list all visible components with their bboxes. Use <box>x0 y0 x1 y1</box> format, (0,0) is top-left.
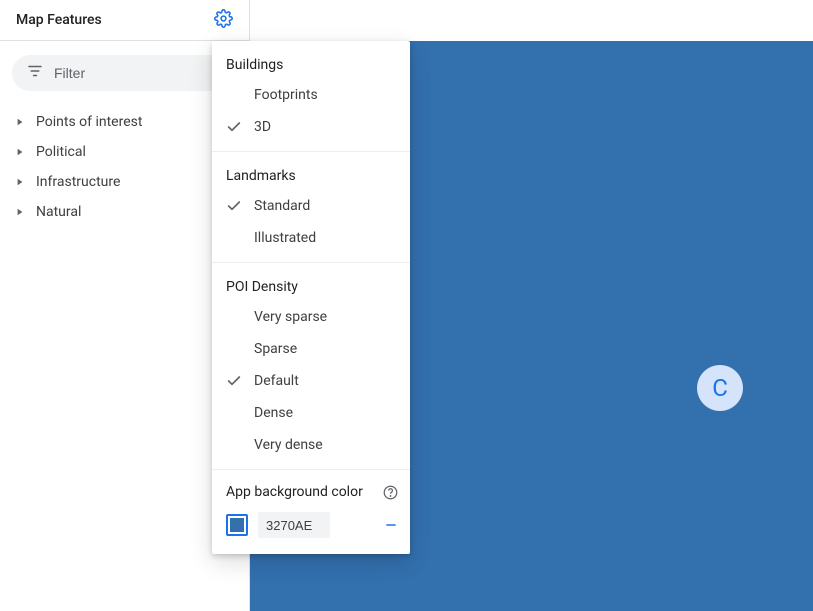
option-label: Footprints <box>254 87 318 103</box>
section-app-background: App background color <box>212 470 410 546</box>
section-landmarks: Landmarks Standard Illustrated <box>212 152 410 263</box>
tree-item-label: Natural <box>36 204 81 220</box>
check-icon <box>226 373 254 389</box>
bg-head: App background color <box>226 484 398 500</box>
color-swatch[interactable] <box>226 514 248 536</box>
section-heading: App background color <box>226 484 363 500</box>
option-label: Default <box>254 373 299 389</box>
panel-title: Map Features <box>16 12 102 28</box>
option-landmarks-standard[interactable]: Standard <box>212 190 410 222</box>
section-heading: Buildings <box>212 41 410 79</box>
filter-input[interactable] <box>54 65 223 81</box>
option-label: Very dense <box>254 437 323 453</box>
option-density-default[interactable]: Default <box>212 365 410 397</box>
option-buildings-footprints[interactable]: Footprints <box>212 79 410 111</box>
tree-item-label: Infrastructure <box>36 174 120 190</box>
option-label: Dense <box>254 405 293 421</box>
option-buildings-3d[interactable]: 3D <box>212 111 410 143</box>
settings-button[interactable] <box>209 6 237 34</box>
hex-input[interactable] <box>258 512 330 538</box>
section-buildings: Buildings Footprints 3D <box>212 41 410 152</box>
caret-right-icon <box>14 176 26 188</box>
filter-icon <box>26 62 44 84</box>
minus-icon[interactable] <box>384 524 398 526</box>
option-density-very-sparse[interactable]: Very sparse <box>212 301 410 333</box>
check-icon <box>226 119 254 135</box>
option-label: 3D <box>254 119 271 135</box>
tree-item-label: Political <box>36 144 86 160</box>
user-avatar[interactable]: C <box>697 365 743 411</box>
option-density-sparse[interactable]: Sparse <box>212 333 410 365</box>
section-heading: Landmarks <box>212 152 410 190</box>
caret-right-icon <box>14 146 26 158</box>
option-label: Standard <box>254 198 310 214</box>
tree-item-label: Points of interest <box>36 114 142 130</box>
settings-popover: Buildings Footprints 3D Landmarks Standa… <box>212 41 410 554</box>
section-poi-density: POI Density Very sparse Sparse Default D… <box>212 263 410 470</box>
filter-pill[interactable] <box>12 55 237 91</box>
option-label: Illustrated <box>254 230 316 246</box>
option-label: Very sparse <box>254 309 327 325</box>
bg-color-row <box>226 512 398 538</box>
option-density-very-dense[interactable]: Very dense <box>212 429 410 461</box>
caret-right-icon <box>14 116 26 128</box>
panel-header: Map Features <box>0 0 249 41</box>
option-label: Sparse <box>254 341 297 357</box>
caret-right-icon <box>14 206 26 218</box>
avatar-initial: C <box>712 374 728 402</box>
section-heading: POI Density <box>212 263 410 301</box>
option-density-dense[interactable]: Dense <box>212 397 410 429</box>
option-landmarks-illustrated[interactable]: Illustrated <box>212 222 410 254</box>
help-icon[interactable] <box>382 484 398 500</box>
check-icon <box>226 198 254 214</box>
gear-icon <box>214 9 233 31</box>
